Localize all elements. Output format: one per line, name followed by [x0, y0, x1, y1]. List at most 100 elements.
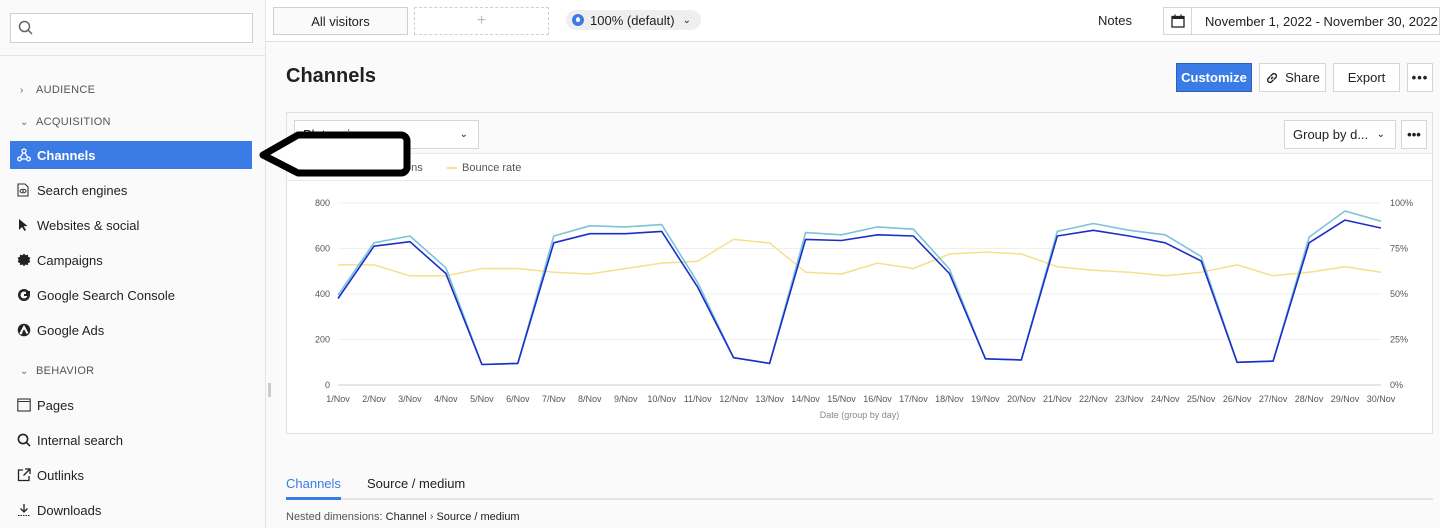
x-tick: 16/Nov: [863, 394, 892, 404]
sidebar-item-google-search-console[interactable]: Google Search Console: [10, 281, 252, 309]
sidebar-item-label: Pages: [37, 397, 74, 413]
x-tick: 29/Nov: [1331, 394, 1360, 404]
x-tick: 30/Nov: [1367, 394, 1396, 404]
sidebar-item-downloads[interactable]: Downloads: [10, 496, 252, 524]
sampling-dropdown[interactable]: 100% (default) ⌄: [566, 10, 701, 30]
x-tick: 25/Nov: [1187, 394, 1216, 404]
nested-second: Source / medium: [436, 511, 520, 523]
x-tick: 5/Nov: [470, 394, 494, 404]
x-tick: 18/Nov: [935, 394, 964, 404]
sidebar-search-input[interactable]: [10, 13, 253, 43]
y-tick-right: 25%: [1390, 335, 1408, 345]
y-tick-right: 75%: [1390, 244, 1408, 254]
sidebar-item-label: Campaigns: [37, 252, 103, 268]
x-tick: 3/Nov: [398, 394, 422, 404]
sidebar-item-websites-social[interactable]: Websites & social: [10, 211, 252, 239]
x-tick: 6/Nov: [506, 394, 530, 404]
x-tick: 23/Nov: [1115, 394, 1144, 404]
chevron-down-icon: ⌄: [459, 129, 468, 140]
channels-icon: [17, 147, 37, 163]
group-by-label: Group by d...: [1293, 127, 1369, 142]
add-segment-button[interactable]: +: [414, 7, 549, 35]
tab-channels[interactable]: Channels: [286, 476, 341, 500]
top-bar: All visitors + 100% (default) ⌄ Notes No…: [266, 0, 1440, 42]
y-tick-right: 50%: [1390, 289, 1408, 299]
sidebar-item-label: Outlinks: [37, 467, 84, 483]
y-tick-left: 0: [325, 380, 330, 390]
x-tick: 8/Nov: [578, 394, 602, 404]
tab-source-medium[interactable]: Source / medium: [367, 476, 465, 500]
search-icon: [18, 20, 33, 35]
sidebar-item-label: Internal search: [37, 432, 123, 448]
x-tick: 1/Nov: [326, 394, 350, 404]
more-options-button[interactable]: •••: [1407, 63, 1433, 92]
divider: [0, 55, 265, 56]
legend-item-bounce-rate[interactable]: Bounce rate: [447, 162, 521, 174]
link-icon: [1267, 72, 1278, 83]
share-label: Share: [1285, 70, 1320, 85]
sidebar-item-internal-search[interactable]: Internal search: [10, 426, 252, 454]
sidebar-resize-handle[interactable]: [268, 383, 271, 397]
x-axis-label: Date (group by day): [820, 410, 900, 420]
chart-card: Plot series ⌄ Group by d... ⌄ ••• ons Bo…: [286, 112, 1433, 434]
sidebar-item-search-engines[interactable]: Search engines: [10, 176, 252, 204]
sidebar-item-label: Websites & social: [37, 217, 140, 233]
x-tick: 19/Nov: [971, 394, 1000, 404]
nested-prefix: Nested dimensions:: [286, 511, 383, 523]
export-button[interactable]: Export: [1333, 63, 1400, 92]
page-title: Channels: [286, 65, 377, 87]
x-tick: 28/Nov: [1295, 394, 1324, 404]
y-tick-right: 0%: [1390, 380, 1403, 390]
section-audience[interactable]: › AUDIENCE: [20, 84, 95, 96]
sidebar-item-campaigns[interactable]: Campaigns: [10, 246, 252, 274]
y-tick-left: 800: [315, 198, 330, 208]
chevron-down-icon: ⌄: [682, 14, 691, 26]
google-icon: [17, 287, 37, 303]
customize-button[interactable]: Customize: [1176, 63, 1252, 92]
x-tick: 24/Nov: [1151, 394, 1180, 404]
chevron-down-icon: ⌄: [20, 365, 29, 377]
section-label: AUDIENCE: [36, 84, 96, 96]
badge-icon: [17, 252, 37, 268]
section-label: ACQUISITION: [36, 116, 111, 128]
sidebar-item-pages[interactable]: Pages: [10, 391, 252, 419]
section-acquisition[interactable]: ⌄ ACQUISITION: [20, 116, 111, 128]
sidebar-item-label: Downloads: [37, 502, 102, 518]
legend-label: Bounce rate: [462, 162, 522, 174]
search-icon: [17, 432, 37, 448]
share-button[interactable]: Share: [1259, 63, 1326, 92]
series-line-2: [338, 238, 1382, 277]
page-icon: [17, 397, 37, 413]
x-tick: 21/Nov: [1043, 394, 1072, 404]
sidebar-item-label: Channels: [37, 147, 96, 163]
sidebar-item-outlinks[interactable]: Outlinks: [10, 461, 252, 489]
sidebar-item-label: Google Ads: [37, 322, 105, 338]
date-range-picker[interactable]: November 1, 2022 - November 30, 2022: [1163, 7, 1440, 35]
x-tick: 14/Nov: [791, 394, 820, 404]
x-tick: 27/Nov: [1259, 394, 1288, 404]
x-tick: 17/Nov: [899, 394, 928, 404]
y-tick-right: 100%: [1390, 198, 1413, 208]
sidebar-item-label: Search engines: [37, 182, 128, 198]
date-range-label: November 1, 2022 - November 30, 2022: [1205, 13, 1438, 29]
x-tick: 20/Nov: [1007, 394, 1036, 404]
notes-button[interactable]: Notes: [1098, 13, 1132, 28]
x-tick: 2/Nov: [362, 394, 386, 404]
chevron-right-icon: ›: [20, 84, 24, 96]
download-icon: [17, 502, 37, 518]
section-behavior[interactable]: ⌄ BEHAVIOR: [20, 365, 94, 377]
x-tick: 4/Nov: [434, 394, 458, 404]
sampling-label: 100% (default): [590, 12, 675, 28]
sidebar-item-google-ads[interactable]: Google Ads: [10, 316, 252, 344]
segment-all-visitors-button[interactable]: All visitors: [273, 7, 408, 35]
x-tick: 12/Nov: [719, 394, 748, 404]
external-link-icon: [17, 467, 37, 483]
cursor-icon: [17, 217, 37, 233]
sidebar-item-channels[interactable]: Channels: [10, 141, 252, 169]
group-by-dropdown[interactable]: Group by d... ⌄: [1284, 120, 1396, 149]
x-tick: 13/Nov: [755, 394, 784, 404]
series-line-0: [337, 219, 1382, 366]
x-tick: 15/Nov: [827, 394, 856, 404]
chart-more-options-button[interactable]: •••: [1401, 120, 1427, 149]
report-tabs: Channels Source / medium: [286, 470, 1433, 500]
